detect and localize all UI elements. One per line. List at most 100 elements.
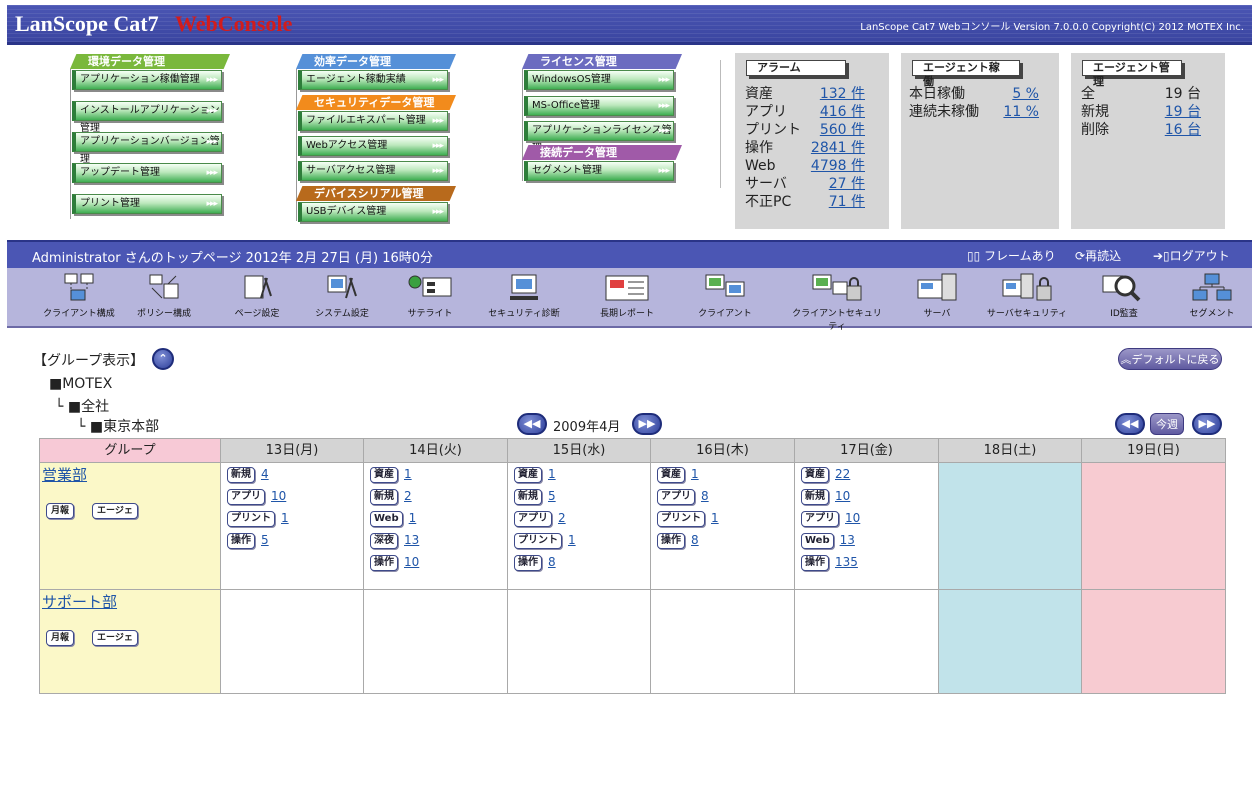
category-tag-button[interactable]: 深夜: [370, 533, 398, 549]
count-link[interactable]: 8: [548, 555, 556, 569]
category-tag-button[interactable]: アプリ: [514, 511, 552, 527]
count-link[interactable]: 13: [840, 533, 855, 547]
toolbar-segment[interactable]: セグメント: [1167, 272, 1257, 319]
count-link[interactable]: 10: [845, 511, 860, 525]
prev-month-button[interactable]: ◀◀: [517, 413, 547, 435]
category-tag-button[interactable]: プリント: [227, 511, 275, 527]
count-link[interactable]: 13: [404, 533, 419, 547]
menu-web-access[interactable]: Webアクセス管理 ▸▸▸: [298, 136, 448, 156]
alarm-count-link[interactable]: 416 件: [820, 103, 865, 121]
reload-link[interactable]: ⟳再読込: [1075, 247, 1121, 264]
agent-new-link[interactable]: 19 台: [1165, 103, 1201, 121]
alarm-count-link[interactable]: 4798 件: [811, 157, 865, 175]
frame-link[interactable]: ▯▯ フレームあり: [967, 247, 1056, 264]
prev-week-button[interactable]: ◀◀: [1115, 413, 1145, 435]
count-link[interactable]: 8: [701, 489, 709, 503]
menu-print[interactable]: プリント管理 ▸▸▸: [72, 194, 222, 214]
menu-app-license[interactable]: アプリケーションライセンス管理▸▸▸: [524, 121, 674, 154]
category-tag-button[interactable]: 資産: [514, 467, 542, 483]
count-link[interactable]: 1: [711, 511, 719, 525]
count-link[interactable]: 8: [691, 533, 699, 547]
category-tag-button[interactable]: 操作: [657, 533, 685, 549]
alarm-count-link[interactable]: 132 件: [820, 85, 865, 103]
count-link[interactable]: 5: [548, 489, 556, 503]
category-tag-button[interactable]: Web: [370, 511, 403, 527]
alarm-count-link[interactable]: 560 件: [820, 121, 865, 139]
tree-node-motex[interactable]: ■MOTEX: [49, 376, 112, 392]
category-tag-button[interactable]: 資産: [801, 467, 829, 483]
toolbar-client-config[interactable]: クライアント構成: [34, 272, 124, 319]
menu-server-access[interactable]: サーバアクセス管理 ▸▸▸: [298, 161, 448, 181]
toolbar-server-security[interactable]: サーバセキュリティ: [982, 272, 1072, 319]
alarm-count-link[interactable]: 2841 件: [811, 139, 865, 157]
next-week-button[interactable]: ▶▶: [1192, 413, 1222, 435]
category-tag-button[interactable]: 新規: [370, 489, 398, 505]
category-tag-button[interactable]: 操作: [514, 555, 542, 571]
count-link[interactable]: 10: [835, 489, 850, 503]
count-link[interactable]: 1: [409, 511, 417, 525]
toolbar-policy-config[interactable]: ポリシー構成: [119, 272, 209, 319]
agent-button[interactable]: エージェ: [92, 503, 138, 519]
menu-agent-run[interactable]: エージェント稼動実績 ▸▸▸: [298, 70, 448, 90]
agent-run-link[interactable]: 5 %: [1012, 85, 1039, 103]
count-link[interactable]: 2: [404, 489, 412, 503]
count-link[interactable]: 135: [835, 555, 858, 569]
toolbar-page-settings[interactable]: ページ設定: [212, 272, 302, 319]
category-tag-button[interactable]: アプリ: [227, 489, 265, 505]
toolbar-client-security[interactable]: クライアントセキュリティ: [792, 272, 882, 332]
toolbar-id-audit[interactable]: ID監査: [1079, 272, 1169, 319]
alarm-count-link[interactable]: 27 件: [829, 175, 865, 193]
count-link[interactable]: 10: [404, 555, 419, 569]
toolbar-long-report[interactable]: 長期レポート: [582, 272, 672, 319]
toolbar-server[interactable]: サーバ: [892, 272, 982, 319]
count-link[interactable]: 2: [558, 511, 566, 525]
tree-node-tokyo-hq[interactable]: └ ■東京本部: [77, 416, 159, 436]
agent-delete-link[interactable]: 16 台: [1165, 121, 1201, 139]
alarm-count-link[interactable]: 71 件: [829, 193, 865, 211]
toolbar-security-diagnosis[interactable]: セキュリティ診断: [479, 272, 569, 319]
count-link[interactable]: 22: [835, 467, 850, 481]
menu-windows-os[interactable]: WindowsOS管理 ▸▸▸: [524, 70, 674, 90]
menu-file-expert[interactable]: ファイルエキスパート管理 ▸▸▸: [298, 111, 448, 131]
default-reset-button[interactable]: ︽デフォルトに戻る: [1118, 348, 1222, 370]
menu-usb-device[interactable]: USBデバイス管理 ▸▸▸: [298, 202, 448, 222]
tree-node-all-company[interactable]: └ ■全社: [55, 396, 109, 416]
category-tag-button[interactable]: 操作: [370, 555, 398, 571]
category-tag-button[interactable]: 新規: [514, 489, 542, 505]
menu-app-usage[interactable]: アプリケーション稼働管理 ▸▸▸: [72, 70, 222, 90]
count-link[interactable]: 1: [281, 511, 289, 525]
menu-update[interactable]: アップデート管理 ▸▸▸: [72, 163, 222, 183]
category-tag-button[interactable]: アプリ: [801, 511, 839, 527]
toolbar-client[interactable]: クライアント: [680, 272, 770, 319]
category-tag-button[interactable]: プリント: [657, 511, 705, 527]
agent-run-link[interactable]: 11 %: [1003, 103, 1039, 121]
count-link[interactable]: 1: [568, 533, 576, 547]
category-tag-button[interactable]: Web: [801, 533, 834, 549]
group-link-support[interactable]: サポート部: [42, 591, 117, 612]
menu-app-version[interactable]: アプリケーションバージョン管理 ▸▸▸: [72, 132, 222, 165]
group-link-sales[interactable]: 営業部: [42, 464, 87, 485]
count-link[interactable]: 4: [261, 467, 269, 481]
menu-installed-apps[interactable]: インストールアプリケーション管理 ▸▸▸: [72, 101, 222, 134]
count-link[interactable]: 1: [404, 467, 412, 481]
category-tag-button[interactable]: 資産: [657, 467, 685, 483]
count-link[interactable]: 5: [261, 533, 269, 547]
menu-segment[interactable]: セグメント管理 ▸▸▸: [524, 161, 674, 181]
menu-ms-office[interactable]: MS-Office管理 ▸▸▸: [524, 96, 674, 116]
count-link[interactable]: 1: [548, 467, 556, 481]
logout-link[interactable]: ➔▯ログアウト: [1153, 247, 1230, 264]
count-link[interactable]: 1: [691, 467, 699, 481]
monthly-report-button[interactable]: 月報: [46, 630, 75, 646]
agent-button[interactable]: エージェ: [92, 630, 138, 646]
toolbar-satellite[interactable]: サテライト: [385, 272, 475, 319]
count-link[interactable]: 10: [271, 489, 286, 503]
category-tag-button[interactable]: プリント: [514, 533, 562, 549]
category-tag-button[interactable]: 操作: [801, 555, 829, 571]
category-tag-button[interactable]: 資産: [370, 467, 398, 483]
group-toggle-button[interactable]: ⌃: [152, 348, 174, 370]
category-tag-button[interactable]: 操作: [227, 533, 255, 549]
category-tag-button[interactable]: 新規: [227, 467, 255, 483]
category-tag-button[interactable]: 新規: [801, 489, 829, 505]
next-month-button[interactable]: ▶▶: [632, 413, 662, 435]
category-tag-button[interactable]: アプリ: [657, 489, 695, 505]
